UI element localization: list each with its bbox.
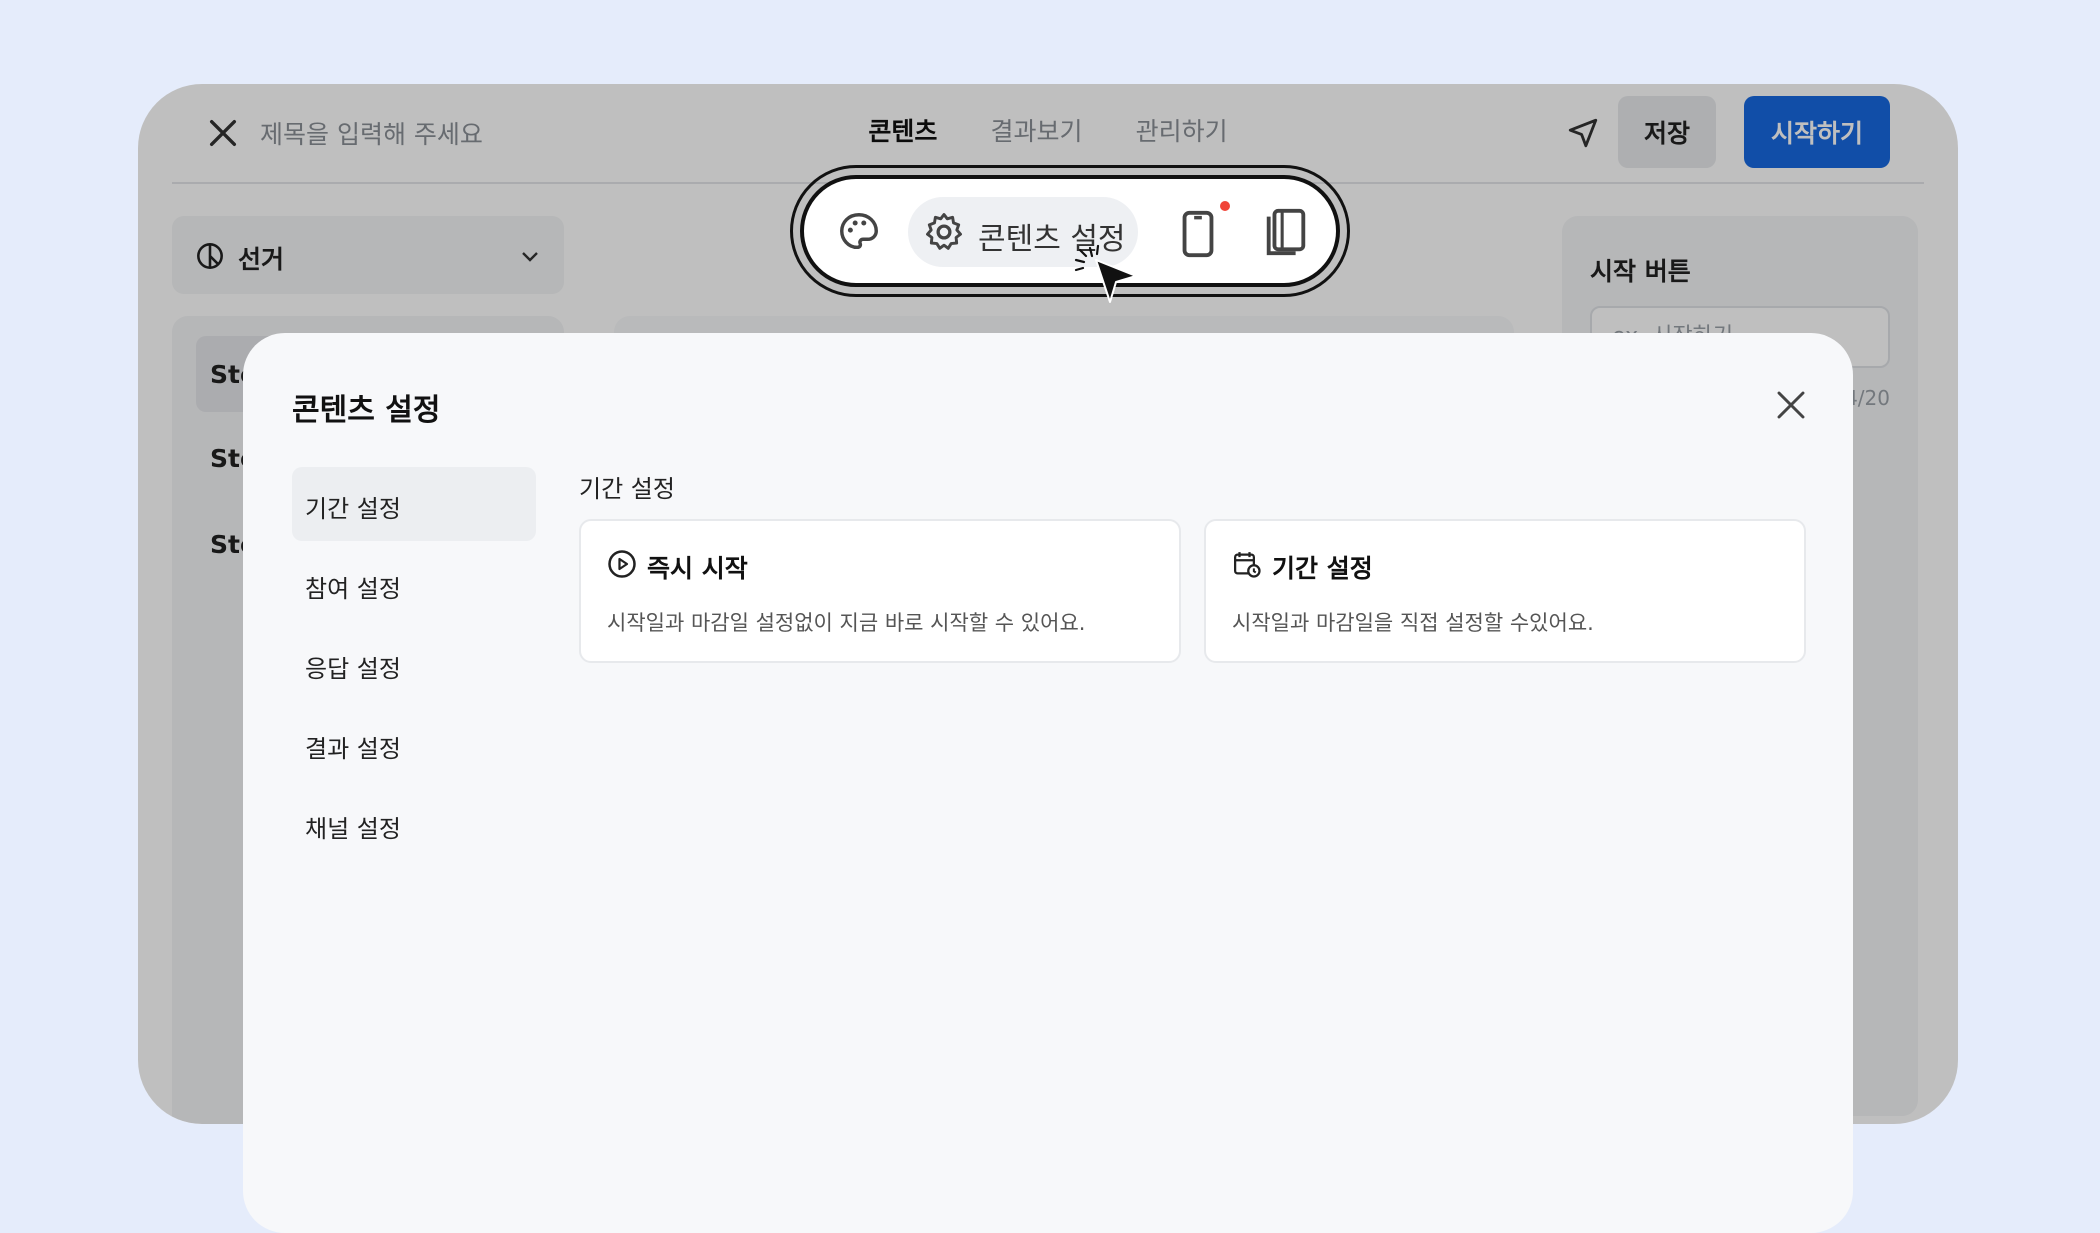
gear-icon bbox=[926, 213, 962, 250]
modal-title: 콘텐츠 설정 bbox=[292, 393, 441, 428]
menu-item-channel[interactable]: 채널 설정 bbox=[292, 787, 536, 861]
close-icon[interactable] bbox=[1775, 389, 1807, 421]
mobile-preview-icon[interactable] bbox=[1180, 209, 1216, 259]
calendar-clock-icon bbox=[1234, 552, 1261, 578]
mouse-cursor-icon bbox=[1074, 244, 1137, 303]
section-label: 기간 설정 bbox=[579, 475, 675, 503]
option-description: 시작일과 마감일을 직접 설정할 수있어요. bbox=[1232, 611, 1594, 635]
option-immediate-start[interactable]: 즉시 시작 시작일과 마감일 설정없이 지금 바로 시작할 수 있어요. bbox=[579, 519, 1181, 663]
option-title: 즉시 시작 bbox=[647, 554, 748, 583]
menu-item-period[interactable]: 기간 설정 bbox=[292, 467, 536, 541]
content-settings-modal: 콘텐츠 설정 기간 설정 참여 설정 응답 설정 결과 설정 채널 설정 기간 … bbox=[243, 333, 1853, 1233]
play-circle-icon bbox=[608, 550, 636, 578]
palette-icon[interactable] bbox=[836, 209, 882, 255]
book-icon[interactable] bbox=[1264, 207, 1308, 257]
notification-dot bbox=[1220, 201, 1230, 211]
option-period-setting[interactable]: 기간 설정 시작일과 마감일을 직접 설정할 수있어요. bbox=[1204, 519, 1806, 663]
option-title: 기간 설정 bbox=[1272, 554, 1373, 583]
menu-item-participation[interactable]: 참여 설정 bbox=[292, 547, 536, 621]
menu-item-result[interactable]: 결과 설정 bbox=[292, 707, 536, 781]
menu-item-response[interactable]: 응답 설정 bbox=[292, 627, 536, 701]
option-description: 시작일과 마감일 설정없이 지금 바로 시작할 수 있어요. bbox=[607, 611, 1086, 635]
